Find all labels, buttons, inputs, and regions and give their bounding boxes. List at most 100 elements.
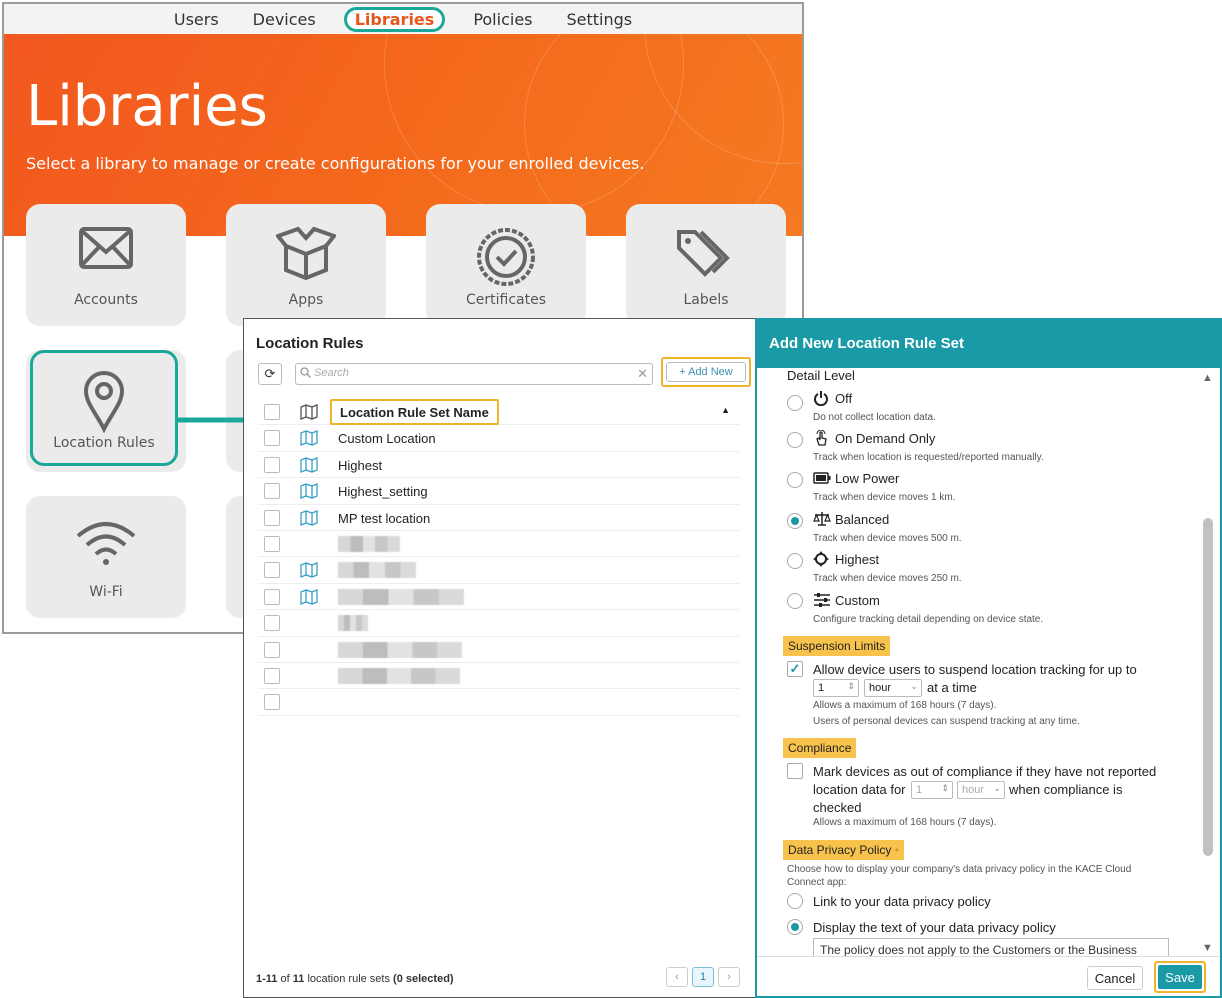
suspend-checkbox[interactable]: ✓	[787, 661, 803, 677]
search-input[interactable]: Search ✕	[295, 363, 653, 385]
table-row[interactable]	[258, 584, 740, 611]
tile-label: Wi-Fi	[89, 584, 123, 600]
column-header-name[interactable]: Location Rule Set Name	[330, 399, 499, 425]
clear-search-icon[interactable]: ✕	[637, 366, 648, 382]
spinner-icon[interactable]: ⇕	[847, 681, 855, 692]
results-selected: (0 selected)	[393, 973, 454, 985]
refresh-button[interactable]: ⟳	[258, 363, 282, 385]
sliders-icon	[813, 592, 831, 611]
table-row[interactable]	[258, 531, 740, 558]
suspend-note: Users of personal devices can suspend tr…	[813, 716, 1080, 727]
scroll-down-icon[interactable]: ▼	[1202, 942, 1213, 954]
suspend-unit-select[interactable]: hour ⌄	[864, 679, 922, 697]
row-checkbox[interactable]	[264, 483, 280, 500]
tile-certificates[interactable]: Certificates	[426, 204, 586, 326]
scale-icon	[813, 511, 831, 530]
map-icon	[300, 430, 318, 451]
battery-icon	[813, 472, 831, 487]
add-new-highlight: + Add New	[661, 357, 751, 387]
rule-set-name: Highest_setting	[338, 484, 428, 500]
suspend-label: Allow device users to suspend location t…	[813, 662, 1137, 677]
next-page-button[interactable]: ›	[718, 967, 740, 987]
row-checkbox[interactable]	[264, 509, 280, 526]
row-checkbox[interactable]	[264, 562, 280, 579]
table-row[interactable]	[258, 663, 740, 690]
table-row[interactable]	[258, 557, 740, 584]
tile-accounts[interactable]: Accounts	[26, 204, 186, 326]
select-all-checkbox[interactable]	[264, 404, 280, 420]
nav-libraries[interactable]: Libraries	[343, 6, 446, 32]
radio-off[interactable]	[787, 395, 803, 411]
tile-location-rules[interactable]: Location Rules	[30, 350, 178, 466]
table-row[interactable]: Highest	[258, 452, 740, 479]
scrollbar-thumb[interactable]	[1203, 518, 1213, 856]
suspend-suffix: at a time	[927, 680, 977, 695]
radio-privacy-text[interactable]	[787, 919, 803, 935]
scrollbar[interactable]: ▲ ▼	[1200, 370, 1216, 956]
save-button[interactable]: Save	[1158, 965, 1202, 989]
tile-wifi[interactable]: Wi-Fi	[26, 496, 186, 618]
radio-custom[interactable]	[787, 593, 803, 609]
cancel-button[interactable]: Cancel	[1087, 966, 1143, 990]
row-checkbox[interactable]	[264, 535, 280, 552]
tile-apps[interactable]: Apps	[226, 204, 386, 326]
radio-on-demand[interactable]	[787, 432, 803, 448]
results-total: 11	[292, 973, 305, 985]
row-checkbox[interactable]	[264, 430, 280, 447]
radio-highest[interactable]	[787, 553, 803, 569]
radio-low-power[interactable]	[787, 472, 803, 488]
table-row[interactable]: Highest_setting	[258, 478, 740, 505]
page-subtitle: Select a library to manage or create con…	[26, 154, 645, 173]
suspend-duration-input[interactable]: 1 ⇕	[813, 679, 859, 697]
sort-ascending-icon[interactable]: ▲	[721, 405, 730, 415]
row-checkbox[interactable]	[264, 641, 280, 658]
table-row[interactable]	[258, 689, 740, 716]
compliance-note: Allows a maximum of 168 hours (7 days).	[813, 817, 997, 828]
option-label: Custom	[835, 593, 880, 608]
row-checkbox[interactable]	[264, 456, 280, 473]
compliance-label: Mark devices as out of compliance if the…	[813, 764, 1157, 779]
compliance-unit-select[interactable]: hour ⌄	[957, 781, 1005, 799]
row-checkbox[interactable]	[264, 615, 280, 632]
nav-users[interactable]: Users	[168, 8, 225, 31]
page-number-button[interactable]: 1	[692, 967, 714, 987]
tile-labels[interactable]: Labels	[626, 204, 786, 326]
scroll-up-icon[interactable]: ▲	[1202, 372, 1213, 384]
privacy-description: Connect app:	[787, 877, 847, 888]
rule-set-name: Custom Location	[338, 431, 436, 447]
required-marker: •	[894, 843, 899, 857]
add-new-button[interactable]: + Add New	[666, 362, 746, 382]
row-checkbox[interactable]	[264, 667, 280, 684]
search-placeholder: Search	[314, 367, 349, 379]
compliance-heading: Compliance	[783, 738, 857, 758]
table-row[interactable]	[258, 610, 740, 637]
table-row[interactable]: MP test location	[258, 505, 740, 531]
option-description: Track when device moves 500 m.	[813, 533, 962, 544]
table-row[interactable]: Custom Location	[258, 425, 740, 452]
map-pin-icon	[82, 369, 126, 437]
nav-policies[interactable]: Policies	[467, 8, 538, 31]
tile-label: Labels	[683, 292, 729, 308]
spinner-icon[interactable]: ⇕	[941, 783, 949, 794]
nav-devices[interactable]: Devices	[247, 8, 322, 31]
map-icon	[300, 456, 318, 478]
rule-set-name: MP test location	[338, 510, 431, 526]
redacted-name	[338, 667, 460, 684]
results-range: 1-11	[256, 973, 278, 985]
table-row[interactable]	[258, 637, 740, 663]
nav-settings[interactable]: Settings	[561, 8, 639, 31]
option-label: Balanced	[835, 512, 890, 527]
compliance-duration-input[interactable]: 1 ⇕	[911, 781, 953, 799]
compliance-duration-value: 1	[916, 784, 923, 796]
add-rule-set-panel: Add New Location Rule Set ▲ ▼ Detail Lev…	[755, 318, 1222, 998]
radio-privacy-link[interactable]	[787, 893, 803, 909]
results-count: 1-11 of 11 location rule sets (0 selecte…	[256, 973, 454, 985]
map-icon	[300, 588, 318, 610]
redacted-name	[338, 562, 416, 579]
compliance-checkbox[interactable]	[787, 763, 803, 779]
radio-balanced[interactable]	[787, 513, 803, 529]
row-checkbox[interactable]	[264, 588, 280, 605]
suspend-note: Allows a maximum of 168 hours (7 days).	[813, 700, 997, 711]
row-checkbox[interactable]	[264, 694, 280, 711]
prev-page-button[interactable]: ‹	[666, 967, 688, 987]
